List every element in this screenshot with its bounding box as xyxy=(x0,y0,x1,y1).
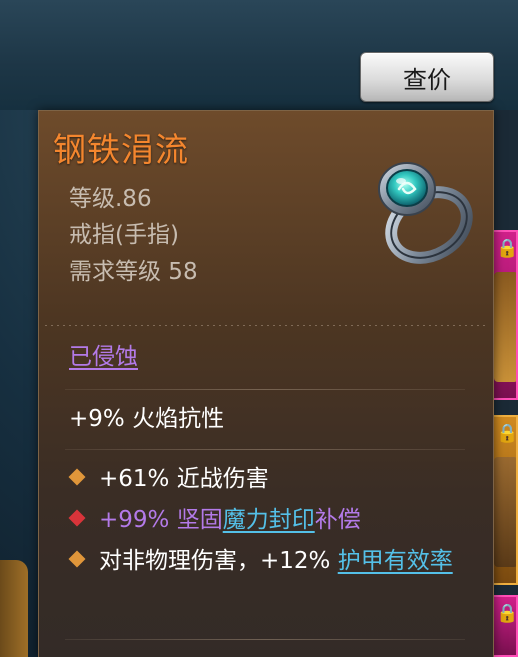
game-scene: 🔒 🔒 🔒 查价 钢铁涓流 等级.86 戒指(手指) 需求等级 58 已侵蚀 +… xyxy=(0,0,518,657)
orange-diamond-icon xyxy=(68,468,86,486)
section-divider xyxy=(45,325,485,326)
item-name: 钢铁涓流 xyxy=(53,130,189,169)
affix-text: +99% 坚固 xyxy=(99,507,223,533)
red-diamond-icon xyxy=(68,509,86,527)
section-divider xyxy=(65,389,465,390)
price-check-button[interactable]: 查价 xyxy=(360,52,494,102)
implicit-modifier: +9% 火焰抗性 xyxy=(69,406,225,432)
ring-icon xyxy=(378,162,473,264)
section-divider xyxy=(65,449,465,450)
item-slot-type: 戒指(手指) xyxy=(69,222,179,248)
item-tooltip: 钢铁涓流 等级.86 戒指(手指) 需求等级 58 已侵蚀 +9% 火焰抗性 +… xyxy=(38,110,494,657)
affix-text: 对非物理伤害，+12% xyxy=(99,548,338,574)
corroded-status-link[interactable]: 已侵蚀 xyxy=(69,337,138,371)
affix-line: 对非物理伤害，+12% 护甲有效率 xyxy=(68,545,505,577)
affix-line: +99% 坚固魔力封印补偿 xyxy=(68,504,469,536)
item-level: 等级.86 xyxy=(69,186,152,212)
background-character xyxy=(0,560,28,657)
lock-icon: 🔒 xyxy=(496,603,518,624)
item-required-level: 需求等级 58 xyxy=(69,259,198,285)
slot-item-image xyxy=(494,272,516,382)
orange-diamond-icon xyxy=(68,550,86,568)
keyword-link[interactable]: 魔力封印 xyxy=(223,507,315,533)
affix-text: +61% 近战伤害 xyxy=(99,466,269,492)
affix-line: +61% 近战伤害 xyxy=(68,463,469,495)
keyword-link[interactable]: 护甲有效率 xyxy=(338,548,453,574)
lock-icon: 🔒 xyxy=(496,238,518,259)
lock-icon: 🔒 xyxy=(496,423,518,444)
section-divider xyxy=(65,639,465,640)
affix-text-suffix: 补偿 xyxy=(314,507,361,533)
